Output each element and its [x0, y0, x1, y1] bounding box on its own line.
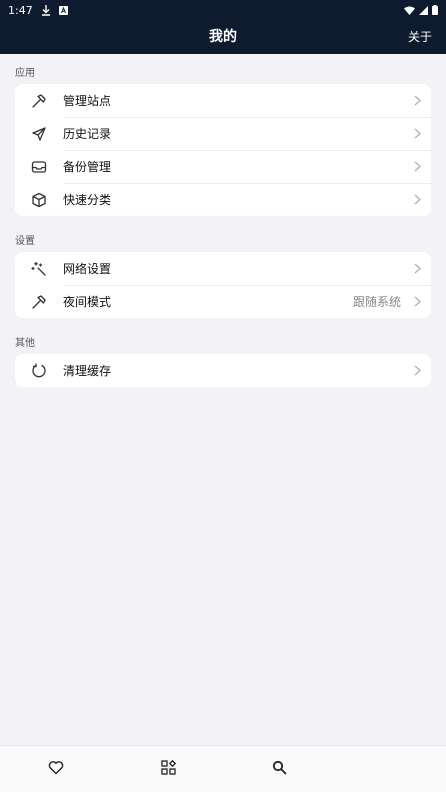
chevron-right-icon [407, 128, 427, 139]
page-title: 我的 [209, 29, 237, 45]
app-bar: 我的 关于 [0, 20, 446, 54]
hammer-icon [15, 93, 63, 109]
menu-item-label: 管理站点 [63, 94, 112, 108]
send-icon [15, 126, 63, 142]
about-button[interactable]: 关于 [408, 20, 432, 54]
section-card-other: 清理缓存 [15, 354, 431, 387]
chevron-right-icon [407, 296, 427, 307]
search-icon [272, 760, 287, 779]
section-title-other: 其他 [15, 338, 35, 349]
menu-item-label: 网络设置 [63, 262, 112, 276]
menu-item-night-mode[interactable]: 夜间模式 跟随系统 [15, 285, 431, 318]
refresh-icon [15, 362, 63, 379]
download-icon [41, 4, 51, 16]
settings-content: 应用 管理站点 历史记录 备份管理 快速分类 设置 网络设置 夜间模式 跟随系统… [0, 54, 446, 387]
section-title-app: 应用 [15, 68, 35, 79]
bottom-nav [0, 745, 446, 792]
chevron-right-icon [407, 263, 427, 274]
nav-favorites-tab[interactable] [36, 746, 76, 792]
chevron-right-icon [407, 161, 427, 172]
wifi-icon [404, 6, 415, 15]
cube-icon [15, 192, 63, 208]
nav-categories-tab[interactable] [148, 746, 188, 792]
menu-item-label: 历史记录 [63, 127, 112, 141]
grid-icon [160, 759, 176, 779]
hammer-icon [15, 294, 63, 310]
menu-item-network[interactable]: 网络设置 [15, 252, 431, 285]
heart-icon [48, 760, 64, 779]
section-card-settings: 网络设置 夜间模式 跟随系统 [15, 252, 431, 318]
section-card-app: 管理站点 历史记录 备份管理 快速分类 [15, 84, 431, 216]
magic-wand-icon [15, 261, 63, 277]
menu-item-history[interactable]: 历史记录 [15, 117, 431, 150]
menu-item-label: 快速分类 [63, 193, 112, 207]
menu-item-backup[interactable]: 备份管理 [15, 150, 431, 183]
status-bar: 1:47 [0, 0, 446, 20]
menu-item-clear-cache[interactable]: 清理缓存 [15, 354, 431, 387]
night-mode-value: 跟随系统 [352, 295, 401, 309]
status-time: 1:47 [8, 3, 33, 17]
signal-icon [419, 5, 428, 15]
menu-item-label: 备份管理 [63, 160, 112, 174]
chevron-right-icon [407, 365, 427, 376]
notification-a-icon [58, 5, 68, 15]
nav-search-tab[interactable] [259, 746, 299, 792]
menu-item-quick-category[interactable]: 快速分类 [15, 183, 431, 216]
menu-item-label: 夜间模式 [63, 295, 112, 309]
chevron-right-icon [407, 194, 427, 205]
menu-item-manage-sites[interactable]: 管理站点 [15, 84, 431, 117]
chevron-right-icon [407, 95, 427, 106]
inbox-icon [15, 159, 63, 175]
section-title-settings: 设置 [15, 236, 35, 247]
battery-icon [432, 5, 438, 15]
menu-item-label: 清理缓存 [63, 364, 112, 378]
